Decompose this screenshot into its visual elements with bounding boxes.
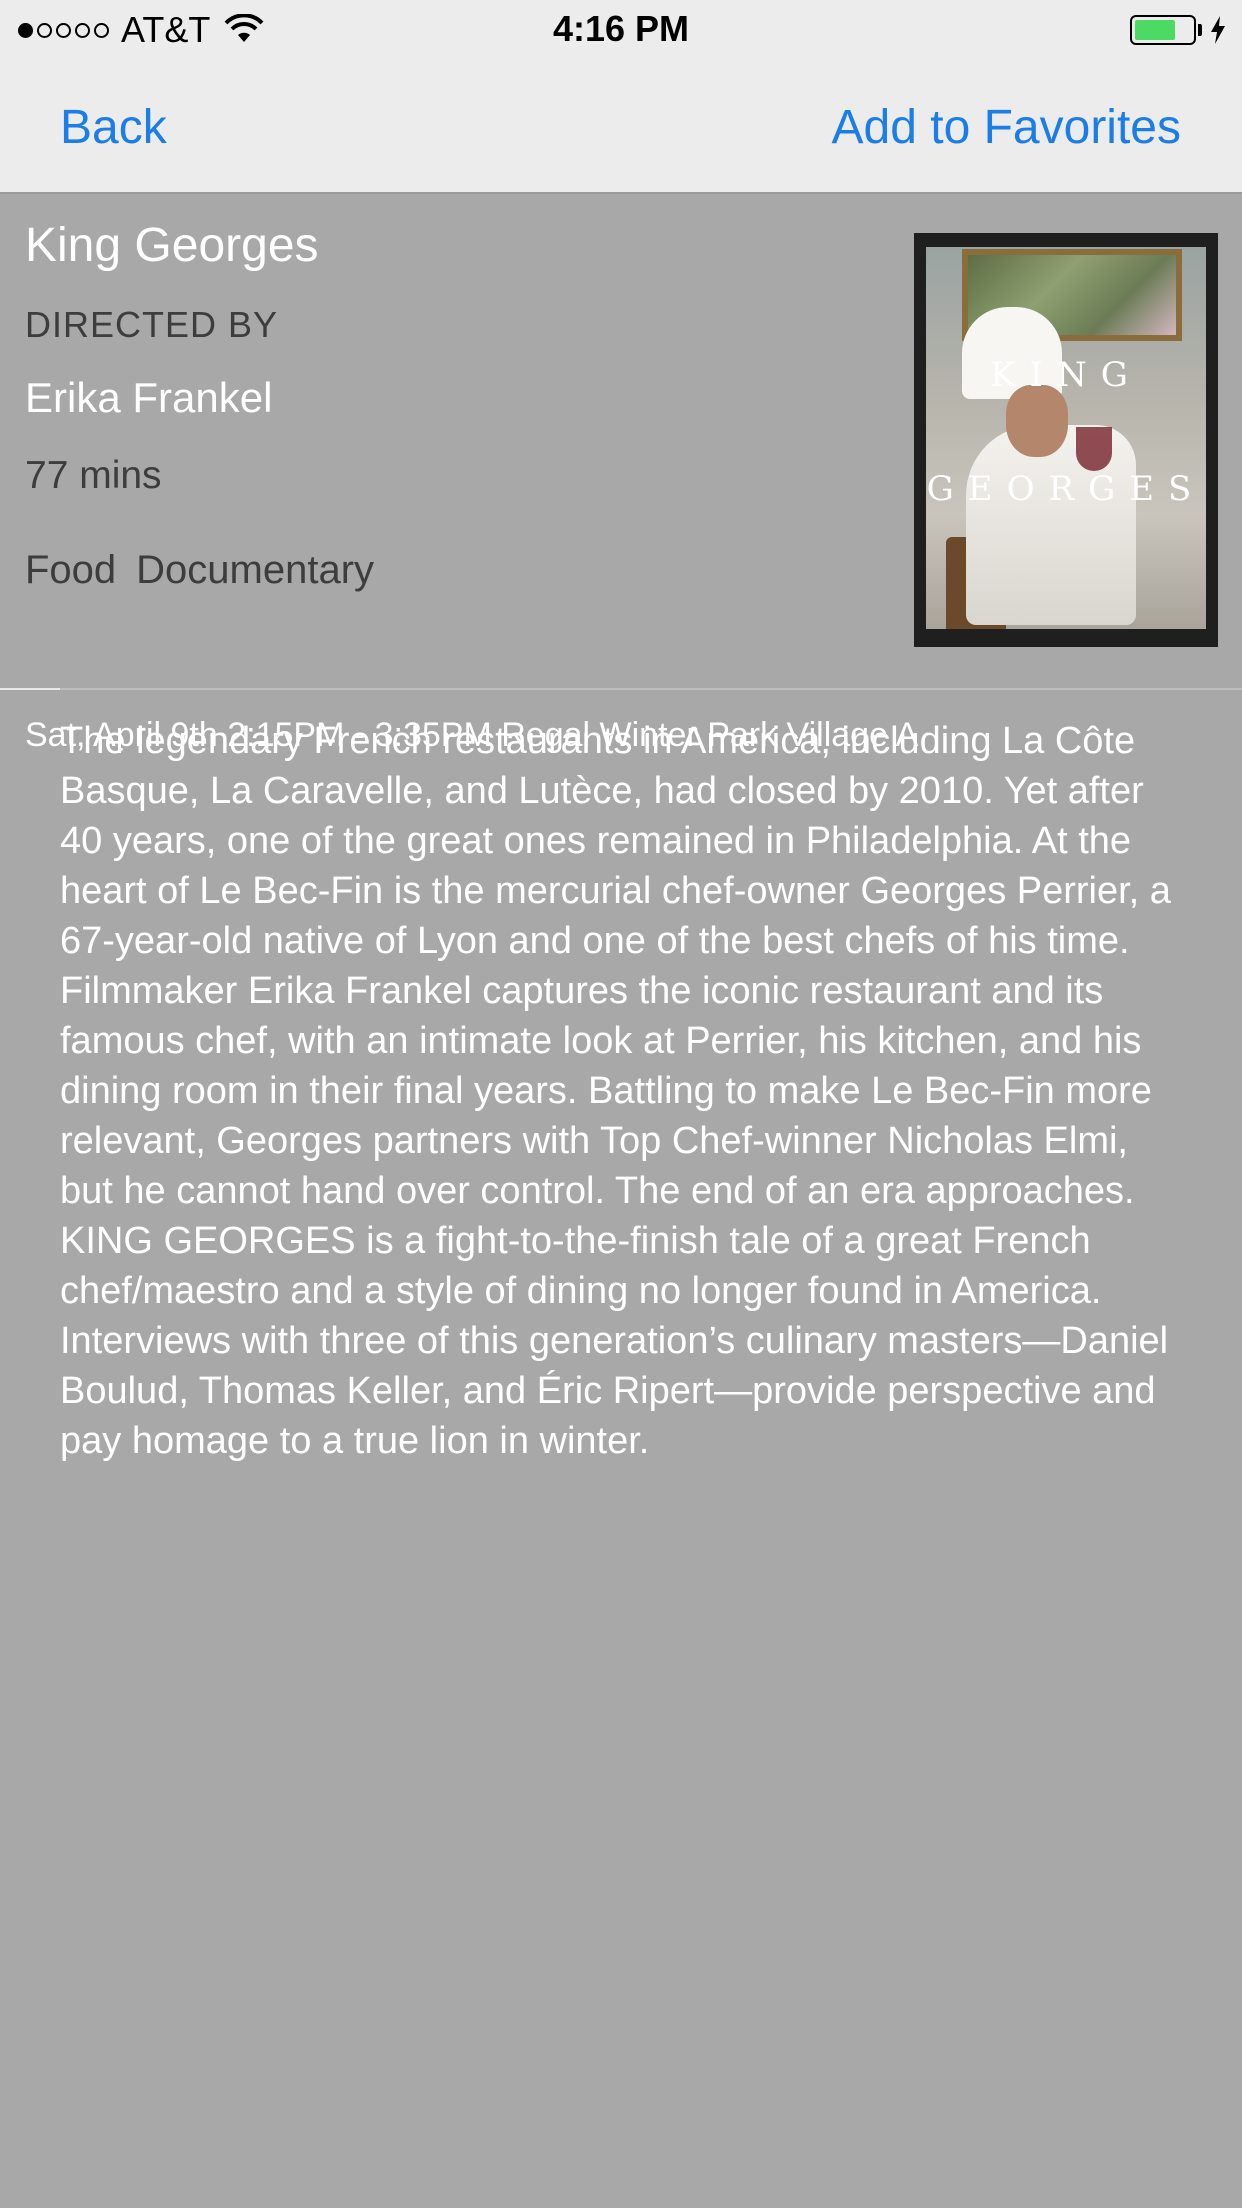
status-bar: AT&T 4:16 PM <box>0 0 1242 62</box>
genre-list: Food Documentary <box>25 548 394 593</box>
battery-area <box>1130 14 1228 46</box>
wine-glass-shape <box>1076 427 1112 471</box>
add-to-favorites-button[interactable]: Add to Favorites <box>832 100 1182 155</box>
chef-face-shape <box>1006 385 1068 457</box>
divider-accent <box>0 688 60 690</box>
directed-by-label: DIRECTED BY <box>25 304 279 345</box>
director-name: Erika Frankel <box>25 374 273 421</box>
runtime: 77 mins <box>25 454 162 497</box>
poster-title-line2: GEORGES <box>926 469 1206 509</box>
genre-tag: Food <box>25 548 117 592</box>
poster-title-line1: KING <box>990 355 1142 395</box>
charging-bolt-icon <box>1211 16 1225 44</box>
poster-image: KING GEORGES <box>926 247 1206 629</box>
back-button[interactable]: Back <box>60 100 167 155</box>
battery-icon <box>1130 15 1196 45</box>
section-divider <box>0 688 1242 690</box>
status-time: 4:16 PM <box>552 8 690 49</box>
film-title: King Georges <box>25 219 319 272</box>
genre-tag: Documentary <box>136 548 375 592</box>
battery-cap <box>1198 24 1202 36</box>
film-poster: KING GEORGES <box>914 233 1218 647</box>
navigation-bar: Back Add to Favorites <box>0 62 1242 194</box>
battery-level <box>1135 20 1176 40</box>
film-description: The legendary French restaurants in Amer… <box>60 720 1171 1462</box>
